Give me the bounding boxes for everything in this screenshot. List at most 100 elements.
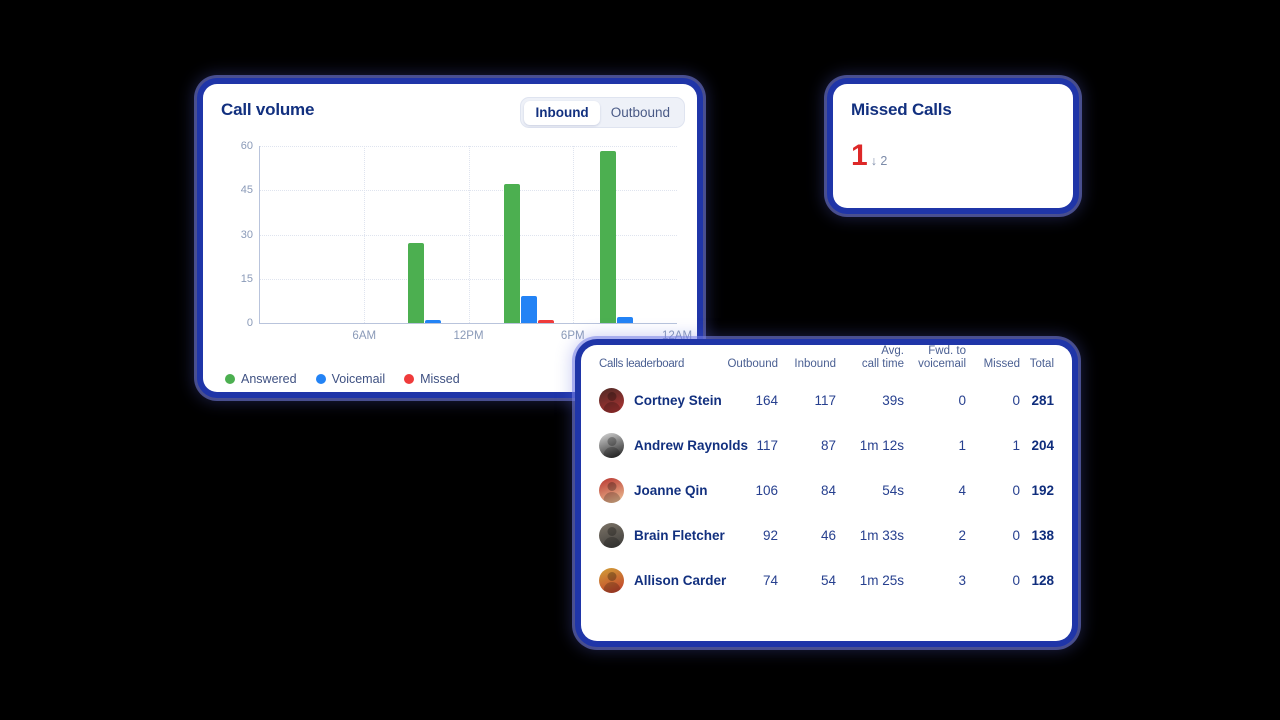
legend-label-answered: Answered <box>241 372 297 386</box>
chart-x-tick-6PM: 6PM <box>560 330 585 342</box>
table-row[interactable]: Brain Fletcher 92 46 1m 33s 2 0 138 <box>581 513 1072 558</box>
legend-dot-answered <box>225 374 235 384</box>
legend-dot-missed <box>404 374 415 384</box>
chart-plot-area: 0 15 30 45 60 6AM 12PM 6PM 12AM <box>241 140 692 342</box>
chart-y-tick-0: 0 <box>246 317 253 329</box>
chart-x-tick-12AM: 12AM <box>661 330 693 342</box>
missed-calls-value-row: 1 ↓ 2 <box>833 120 1073 172</box>
legend-dot-voicemail <box>315 374 326 384</box>
column-header-fwd-voicemail-l1: Fwd. to <box>928 345 966 357</box>
chart-gridline-vertical <box>364 146 366 323</box>
chart-bar-voicemail-1[interactable] <box>520 296 537 323</box>
column-header-fwd-voicemail: Fwd. to voicemail <box>904 345 966 378</box>
chart-bar-answered-0[interactable] <box>408 242 425 323</box>
chart-bar-voicemail-2[interactable] <box>616 317 633 323</box>
leaderboard-header-row: Calls leaderboard Outbound Inbound Avg. … <box>581 345 1072 378</box>
chart-y-tick-45: 45 <box>240 184 253 197</box>
leaderboard-cell-total: 204 <box>1031 438 1054 453</box>
leaderboard-cell-inbound: 54 <box>820 573 836 588</box>
leaderboard-cell-inbound: 87 <box>820 438 836 453</box>
leaderboard-name-cell: Andrew Raynolds <box>581 423 748 468</box>
leaderboard-name-cell: Cortney Stein <box>581 378 722 423</box>
chart-x-tick-12PM: 12PM <box>453 330 484 342</box>
call-volume-chart: 0 15 30 45 60 6AM 12PM 6PM 12AM <box>217 138 692 342</box>
call-volume-header: Call volume Inbound Outbound <box>203 84 697 132</box>
leaderboard-agent-name[interactable]: Joanne Qin <box>634 483 708 498</box>
leaderboard-cell-avg-call-time: 1m 25s <box>859 573 904 588</box>
legend-item-answered[interactable]: Answered <box>225 372 297 386</box>
chart-bar-missed-1[interactable] <box>537 320 554 323</box>
column-header-outbound: Outbound <box>712 345 778 378</box>
chart-y-tick-15: 15 <box>240 272 253 285</box>
leaderboard-cell-fwd-voicemail: 0 <box>958 393 966 408</box>
table-row[interactable]: Cortney Stein 164 117 39s 0 0 281 <box>581 378 1072 423</box>
table-row[interactable]: Joanne Qin 106 84 54s 4 0 192 <box>581 468 1072 513</box>
leaderboard-cell-avg-call-time: 1m 12s <box>859 438 904 453</box>
table-row[interactable]: Andrew Raynolds 117 87 1m 12s 1 1 204 <box>581 423 1072 468</box>
leaderboard-agent-name[interactable]: Cortney Stein <box>634 393 722 408</box>
column-header-avg-call-time-l1: Avg. <box>881 345 904 357</box>
leaderboard-title: Calls leaderboard <box>599 358 685 370</box>
column-header-avg-call-time: Avg. call time <box>836 345 904 378</box>
legend-item-voicemail[interactable]: Voicemail <box>315 372 386 386</box>
missed-calls-title: Missed Calls <box>851 100 952 119</box>
leaderboard-agent-name[interactable]: Andrew Raynolds <box>634 438 748 453</box>
leaderboard-agent-name[interactable]: Allison Carder <box>634 573 726 588</box>
leaderboard-cell-missed: 0 <box>1012 483 1020 498</box>
column-header-missed-l2: Missed <box>983 358 1020 370</box>
leaderboard-cell-missed: 0 <box>1012 573 1020 588</box>
chart-gridline-vertical <box>468 146 470 323</box>
avatar <box>599 568 624 593</box>
toggle-option-outbound[interactable]: Outbound <box>600 101 681 125</box>
column-header-total: Total <box>1020 345 1072 378</box>
leaderboard-cell-outbound: 164 <box>755 393 778 408</box>
missed-calls-value: 1 <box>851 139 868 172</box>
leaderboard-cell-avg-call-time: 54s <box>882 483 904 498</box>
column-header-inbound-l2: Inbound <box>794 358 836 370</box>
chart-y-tick-60: 60 <box>240 140 253 152</box>
leaderboard-cell-inbound: 117 <box>814 393 836 408</box>
avatar <box>599 478 624 503</box>
avatar <box>599 523 624 548</box>
column-header-avg-call-time-l2: call time <box>861 358 904 370</box>
leaderboard-cell-inbound: 46 <box>820 528 836 543</box>
leaderboard-cell-inbound: 84 <box>820 483 836 498</box>
chart-bar-answered-2[interactable] <box>599 150 616 323</box>
column-header-total-l2: Total <box>1029 358 1054 370</box>
column-header-missed: Missed <box>966 345 1020 378</box>
leaderboard-cell-avg-call-time: 1m 33s <box>859 528 904 543</box>
chart-bar-answered-1[interactable] <box>503 183 520 323</box>
leaderboard-cell-fwd-voicemail: 2 <box>958 528 966 543</box>
chart-bar-voicemail-0[interactable] <box>425 320 442 323</box>
leaderboard-cell-missed: 1 <box>1012 438 1020 453</box>
leaderboard-cell-fwd-voicemail: 4 <box>958 483 966 498</box>
leaderboard-name-cell: Allison Carder <box>581 558 726 603</box>
leaderboard-cell-total: 192 <box>1031 483 1054 498</box>
leaderboard-cell-total: 138 <box>1031 528 1054 543</box>
table-row[interactable]: Allison Carder 74 54 1m 25s 3 0 128 <box>581 558 1072 603</box>
column-header-fwd-voicemail-l2: voicemail <box>918 358 966 370</box>
dashboard-stage: Call volume Inbound Outbound 0 15 30 45 60 6A… <box>0 0 1280 720</box>
legend-label-missed: Missed <box>420 372 460 386</box>
column-header-inbound: Inbound <box>778 345 836 378</box>
direction-toggle[interactable]: Inbound Outbound <box>520 97 685 128</box>
leaderboard-cell-total: 281 <box>1031 393 1054 408</box>
column-header-outbound-l2: Outbound <box>727 358 778 370</box>
chart-gridline-vertical <box>572 146 574 323</box>
missed-calls-card: Missed Calls 1 ↓ 2 <box>833 84 1073 208</box>
leaderboard-cell-missed: 0 <box>1012 528 1020 543</box>
leaderboard-table: Calls leaderboard Outbound Inbound Avg. … <box>581 345 1072 603</box>
leaderboard-agent-name[interactable]: Brain Fletcher <box>634 528 725 543</box>
toggle-option-inbound[interactable]: Inbound <box>524 100 600 125</box>
leaderboard-cell-missed: 0 <box>1012 393 1020 408</box>
leaderboard-cell-fwd-voicemail: 3 <box>958 573 966 588</box>
leaderboard-cell-total: 128 <box>1031 573 1054 588</box>
chart-y-tick-30: 30 <box>240 228 253 241</box>
missed-calls-delta: ↓ 2 <box>870 154 888 168</box>
avatar <box>599 433 624 458</box>
avatar <box>599 388 624 413</box>
leaderboard-cell-fwd-voicemail: 1 <box>958 438 966 453</box>
leaderboard-body: Cortney Stein 164 117 39s 0 0 281 Andrew Raynol… <box>581 378 1072 603</box>
legend-label-voicemail: Voicemail <box>331 372 386 386</box>
legend-item-missed[interactable]: Missed <box>404 372 460 386</box>
